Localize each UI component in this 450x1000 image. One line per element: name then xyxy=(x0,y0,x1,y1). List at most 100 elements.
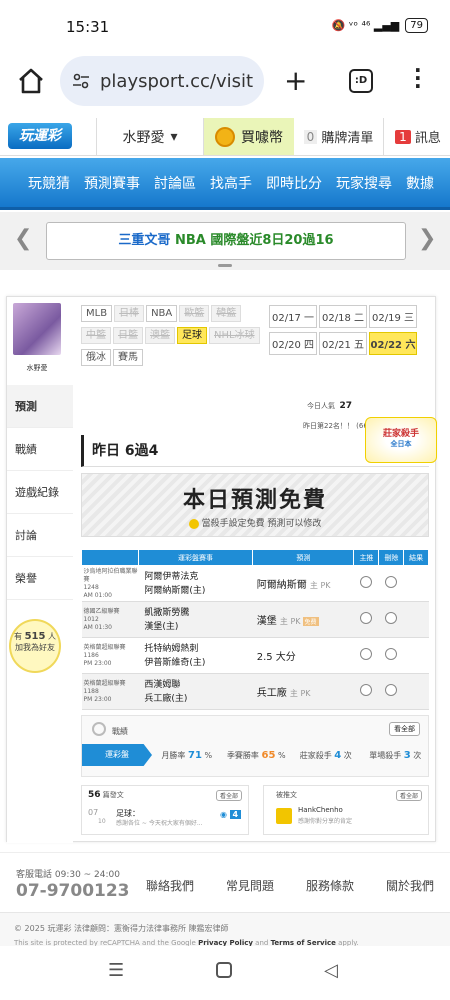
footer-link-about[interactable]: 關於我們 xyxy=(386,877,434,894)
radio-circle[interactable] xyxy=(360,684,373,696)
date-button[interactable]: 02/21 五 xyxy=(319,332,367,355)
announcement-author: 三重文哥 xyxy=(118,233,171,248)
date-button[interactable]: 02/17 一 xyxy=(269,305,317,328)
free-chip: 免費 xyxy=(302,617,319,626)
date-button[interactable]: 02/19 三 xyxy=(369,305,417,328)
footer-link-terms[interactable]: 服務條款 xyxy=(306,877,354,894)
delete-radio[interactable] xyxy=(378,673,404,710)
match-time: PM 23:00 xyxy=(83,659,112,667)
posts-more-button[interactable]: 看全部 xyxy=(215,790,242,801)
endorsed-user[interactable]: HankChenho xyxy=(298,806,343,814)
main-push-radio[interactable] xyxy=(353,673,379,710)
nav-item[interactable]: 數據 xyxy=(406,173,434,193)
home-nav-icon[interactable] xyxy=(216,962,232,978)
endorsed-desc: 感謝你對分享的肯定 xyxy=(298,818,353,825)
away-team: 阿爾伊蒂法克 xyxy=(144,571,199,582)
sport-filter-tag[interactable]: 中籃 xyxy=(81,327,111,344)
home-icon[interactable] xyxy=(16,66,46,96)
service-phone[interactable]: 07-9700123 xyxy=(16,881,130,901)
sidebar-item-discuss[interactable]: 討論 xyxy=(7,514,73,557)
prediction-pick: 2.5 大分 xyxy=(256,652,296,663)
chevron-left-icon[interactable]: ❮ xyxy=(14,226,32,251)
radio-circle[interactable] xyxy=(385,576,398,588)
footer-link-faq[interactable]: 常見問題 xyxy=(226,877,274,894)
sport-filter-tag[interactable]: NHL冰球 xyxy=(209,327,260,344)
buy-coin-button[interactable]: 買噱幣 xyxy=(204,118,294,155)
nav-item[interactable]: 討論區 xyxy=(154,173,196,193)
sport-filter-tag[interactable]: 日籃 xyxy=(113,327,143,344)
radio-circle[interactable] xyxy=(385,684,398,696)
site-settings-icon[interactable] xyxy=(72,72,90,90)
nav-item[interactable]: 找高手 xyxy=(210,173,252,193)
sidebar-item-honor[interactable]: 榮譽 xyxy=(7,557,73,600)
main-push-radio[interactable] xyxy=(353,601,379,638)
endorsed-more-button[interactable]: 看全部 xyxy=(395,790,422,801)
nav-item[interactable]: 預測賽事 xyxy=(84,173,140,193)
friend-count-bulb[interactable]: 有 515 人 加我為好友 xyxy=(9,619,61,673)
league-name: 英格蘭超級聯賽 xyxy=(83,643,126,651)
match-code: 1248 xyxy=(83,583,99,591)
radio-circle[interactable] xyxy=(360,648,373,660)
target-icon xyxy=(92,722,106,736)
nav-item[interactable]: 玩競猜 xyxy=(28,173,70,193)
trophy-icon xyxy=(276,808,292,824)
more-menu-icon[interactable]: · · · xyxy=(414,60,422,96)
messages-button[interactable]: 1 訊息 xyxy=(386,118,450,155)
cart-button[interactable]: 0 購牌清單 xyxy=(294,118,384,155)
sport-filter-tag[interactable]: NBA xyxy=(146,305,178,322)
cart-label: 購牌清單 xyxy=(321,131,374,146)
android-nav-bar: ☰ ◁ xyxy=(0,946,450,1000)
nav-item[interactable]: 即時比分 xyxy=(266,173,322,193)
status-time: 15:31 xyxy=(66,18,110,36)
sidebar-item-record[interactable]: 戰績 xyxy=(7,428,73,471)
record-cell-label: 月勝率 xyxy=(161,750,186,760)
sidebar-item-game-log[interactable]: 遊戲紀錄 xyxy=(7,471,73,514)
tab-switcher-button[interactable]: :D xyxy=(349,69,373,93)
back-nav-icon[interactable]: ◁ xyxy=(324,960,338,981)
free-title: 本日預測免費 xyxy=(182,488,327,513)
delete-radio[interactable] xyxy=(378,565,404,602)
address-bar[interactable]: playsport.cc/visit xyxy=(60,56,264,106)
sport-filter-tag[interactable]: 俄冰 xyxy=(81,349,111,366)
user-dropdown[interactable]: 水野愛 ▾ xyxy=(96,118,204,155)
radio-circle[interactable] xyxy=(360,612,373,624)
new-tab-icon[interactable]: + xyxy=(284,64,307,97)
rank-text: 昨日第22名！！ xyxy=(303,422,354,430)
footer-link-contact[interactable]: 聯絡我們 xyxy=(146,877,194,894)
main-push-radio[interactable] xyxy=(353,637,379,674)
avatar[interactable] xyxy=(13,303,61,355)
sport-filter-tag[interactable]: 澳籃 xyxy=(145,327,175,344)
free-prediction-banner: 本日預測免費 當殺手設定免費 預測可以修改 xyxy=(81,473,429,537)
sport-filter-tag[interactable]: 賽馬 xyxy=(113,349,143,366)
record-more-button[interactable]: 看全部 xyxy=(389,722,420,736)
date-button[interactable]: 02/22 六 xyxy=(369,332,417,355)
away-team: 西漢姆聯 xyxy=(144,679,181,690)
status-signal-icons: 🔕 ᵛᵒ ⁴⁶ ▂▄▆ xyxy=(331,19,400,32)
date-button[interactable]: 02/18 二 xyxy=(319,305,367,328)
sport-filter-tag[interactable]: 日棒 xyxy=(114,305,145,322)
announcement-text: NBA 國際盤近8日20過16 xyxy=(170,233,334,248)
record-tab[interactable]: 運彩盤 xyxy=(82,744,152,766)
profile-card: 水野愛 預測 戰績 遊戲紀錄 討論 榮譽 有 515 人 加我為好友 MLB 日棒… xyxy=(6,296,437,843)
radio-circle[interactable] xyxy=(360,576,373,588)
sport-filter-tag[interactable]: 韓籃 xyxy=(211,305,242,322)
main-push-radio[interactable] xyxy=(353,565,379,602)
site-logo[interactable]: 玩運彩 xyxy=(8,123,72,149)
sport-filter-tag[interactable]: 歐籃 xyxy=(179,305,210,322)
date-button[interactable]: 02/20 四 xyxy=(269,332,317,355)
announcement-box[interactable]: 三重文哥 NBA 國際盤近8日20過16 xyxy=(46,222,406,260)
sidebar-item-predict[interactable]: 預測 xyxy=(7,385,73,428)
chevron-right-icon[interactable]: ❯ xyxy=(418,226,436,251)
sport-filter-tag[interactable]: 足球 xyxy=(177,327,207,344)
info-icon xyxy=(188,518,199,529)
delete-radio[interactable] xyxy=(378,637,404,674)
recent-apps-icon[interactable]: ☰ xyxy=(108,960,124,981)
status-bar: 15:31 🔕 ᵛᵒ ⁴⁶ ▂▄▆ 79 xyxy=(0,0,450,52)
legal-bar: © 2025 玩運彩 法律顧問：憲衡得力法律事務所 陳鑑宏律師 This sit… xyxy=(0,912,450,947)
nav-item[interactable]: 玩家搜尋 xyxy=(336,173,392,193)
sport-filter-tag[interactable]: MLB xyxy=(81,305,113,322)
radio-circle[interactable] xyxy=(385,612,398,624)
record-cell-unit: % xyxy=(277,750,286,760)
delete-radio[interactable] xyxy=(378,601,404,638)
radio-circle[interactable] xyxy=(385,648,398,660)
